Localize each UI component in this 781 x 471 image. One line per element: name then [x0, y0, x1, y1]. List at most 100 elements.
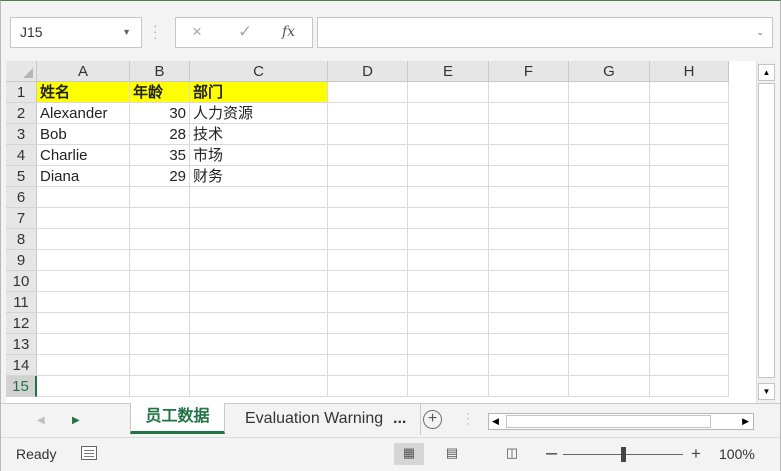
cell-h15[interactable]: [650, 376, 729, 397]
select-all-corner[interactable]: [6, 61, 37, 82]
cell-a6[interactable]: [37, 187, 130, 208]
cell-d3[interactable]: [328, 124, 408, 145]
cell-f6[interactable]: [489, 187, 569, 208]
cell-e2[interactable]: [408, 103, 489, 124]
cell-d1[interactable]: [328, 82, 408, 103]
cell-e12[interactable]: [408, 313, 489, 334]
cell-c13[interactable]: [190, 334, 328, 355]
cell-e4[interactable]: [408, 145, 489, 166]
cell-c4[interactable]: 市场: [190, 145, 328, 166]
row-header-12[interactable]: 12: [6, 313, 37, 334]
column-header-g[interactable]: G: [569, 61, 650, 82]
cell-b12[interactable]: [130, 313, 190, 334]
cell-e6[interactable]: [408, 187, 489, 208]
cell-f14[interactable]: [489, 355, 569, 376]
cell-a7[interactable]: [37, 208, 130, 229]
cell-a8[interactable]: [37, 229, 130, 250]
cell-e3[interactable]: [408, 124, 489, 145]
cell-d4[interactable]: [328, 145, 408, 166]
cell-a4[interactable]: Charlie: [37, 145, 130, 166]
cell-e11[interactable]: [408, 292, 489, 313]
cell-f15[interactable]: [489, 376, 569, 397]
cell-e14[interactable]: [408, 355, 489, 376]
cell-h3[interactable]: [650, 124, 729, 145]
cell-a13[interactable]: [37, 334, 130, 355]
cell-g15[interactable]: [569, 376, 650, 397]
row-header-11[interactable]: 11: [6, 292, 37, 313]
cell-h2[interactable]: [650, 103, 729, 124]
scroll-left-icon[interactable]: ◀: [492, 414, 499, 429]
horizontal-scroll-thumb[interactable]: [506, 415, 711, 428]
cell-b11[interactable]: [130, 292, 190, 313]
cell-f3[interactable]: [489, 124, 569, 145]
macro-record-icon[interactable]: [81, 446, 97, 460]
cell-d2[interactable]: [328, 103, 408, 124]
scroll-up-icon[interactable]: ▲: [758, 64, 775, 81]
spreadsheet-grid[interactable]: A B C D E F G H 1 姓名 年龄 部门 2 Alexander 30 人力资源 3 Bob 28 技术 4…: [6, 61, 775, 403]
zoom-slider[interactable]: [563, 447, 683, 462]
cell-b14[interactable]: [130, 355, 190, 376]
cell-b2[interactable]: 30: [130, 103, 190, 124]
cell-e8[interactable]: [408, 229, 489, 250]
cell-g5[interactable]: [569, 166, 650, 187]
tab-prev-icon[interactable]: ◀: [37, 415, 45, 426]
expand-formula-icon[interactable]: ⌄: [756, 27, 764, 38]
tab-next-icon[interactable]: ▶: [72, 415, 80, 426]
cell-h10[interactable]: [650, 271, 729, 292]
cell-b9[interactable]: [130, 250, 190, 271]
cell-a5[interactable]: Diana: [37, 166, 130, 187]
cell-g4[interactable]: [569, 145, 650, 166]
cell-h5[interactable]: [650, 166, 729, 187]
row-header-1[interactable]: 1: [6, 82, 37, 103]
column-header-f[interactable]: F: [489, 61, 569, 82]
normal-view-icon[interactable]: ▦: [394, 443, 424, 465]
scroll-down-icon[interactable]: ▼: [758, 383, 775, 400]
cell-d7[interactable]: [328, 208, 408, 229]
cell-h7[interactable]: [650, 208, 729, 229]
enter-icon[interactable]: ✓: [238, 22, 252, 42]
cell-h4[interactable]: [650, 145, 729, 166]
cell-b15[interactable]: [130, 376, 190, 397]
cell-d15[interactable]: [328, 376, 408, 397]
cell-a12[interactable]: [37, 313, 130, 334]
cell-e10[interactable]: [408, 271, 489, 292]
cell-d9[interactable]: [328, 250, 408, 271]
horizontal-scrollbar[interactable]: ◀ ▶: [488, 413, 754, 430]
row-header-5[interactable]: 5: [6, 166, 37, 187]
cell-b13[interactable]: [130, 334, 190, 355]
cell-e1[interactable]: [408, 82, 489, 103]
cell-d5[interactable]: [328, 166, 408, 187]
cell-e13[interactable]: [408, 334, 489, 355]
cell-d13[interactable]: [328, 334, 408, 355]
cell-h11[interactable]: [650, 292, 729, 313]
name-box[interactable]: J15 ▼: [10, 17, 142, 48]
scroll-thumb[interactable]: [758, 83, 775, 378]
cell-b1[interactable]: 年龄: [130, 82, 190, 103]
cell-h8[interactable]: [650, 229, 729, 250]
cell-a15[interactable]: [37, 376, 130, 397]
add-sheet-icon[interactable]: +: [423, 410, 442, 429]
cell-c15[interactable]: [190, 376, 328, 397]
cell-h13[interactable]: [650, 334, 729, 355]
cell-a3[interactable]: Bob: [37, 124, 130, 145]
cell-d12[interactable]: [328, 313, 408, 334]
cell-a1[interactable]: 姓名: [37, 82, 130, 103]
cell-c8[interactable]: [190, 229, 328, 250]
cell-e15[interactable]: [408, 376, 489, 397]
cell-h6[interactable]: [650, 187, 729, 208]
cell-f8[interactable]: [489, 229, 569, 250]
scroll-right-icon[interactable]: ▶: [742, 414, 749, 429]
cell-b10[interactable]: [130, 271, 190, 292]
row-header-4[interactable]: 4: [6, 145, 37, 166]
row-header-9[interactable]: 9: [6, 250, 37, 271]
tab-employee-data[interactable]: 员工数据: [130, 403, 225, 434]
cell-c2[interactable]: 人力资源: [190, 103, 328, 124]
cell-d14[interactable]: [328, 355, 408, 376]
zoom-level[interactable]: 100%: [719, 446, 755, 462]
cell-h9[interactable]: [650, 250, 729, 271]
cell-a9[interactable]: [37, 250, 130, 271]
cell-f4[interactable]: [489, 145, 569, 166]
formula-input[interactable]: ⌄: [317, 17, 773, 48]
cell-c10[interactable]: [190, 271, 328, 292]
cell-c3[interactable]: 技术: [190, 124, 328, 145]
